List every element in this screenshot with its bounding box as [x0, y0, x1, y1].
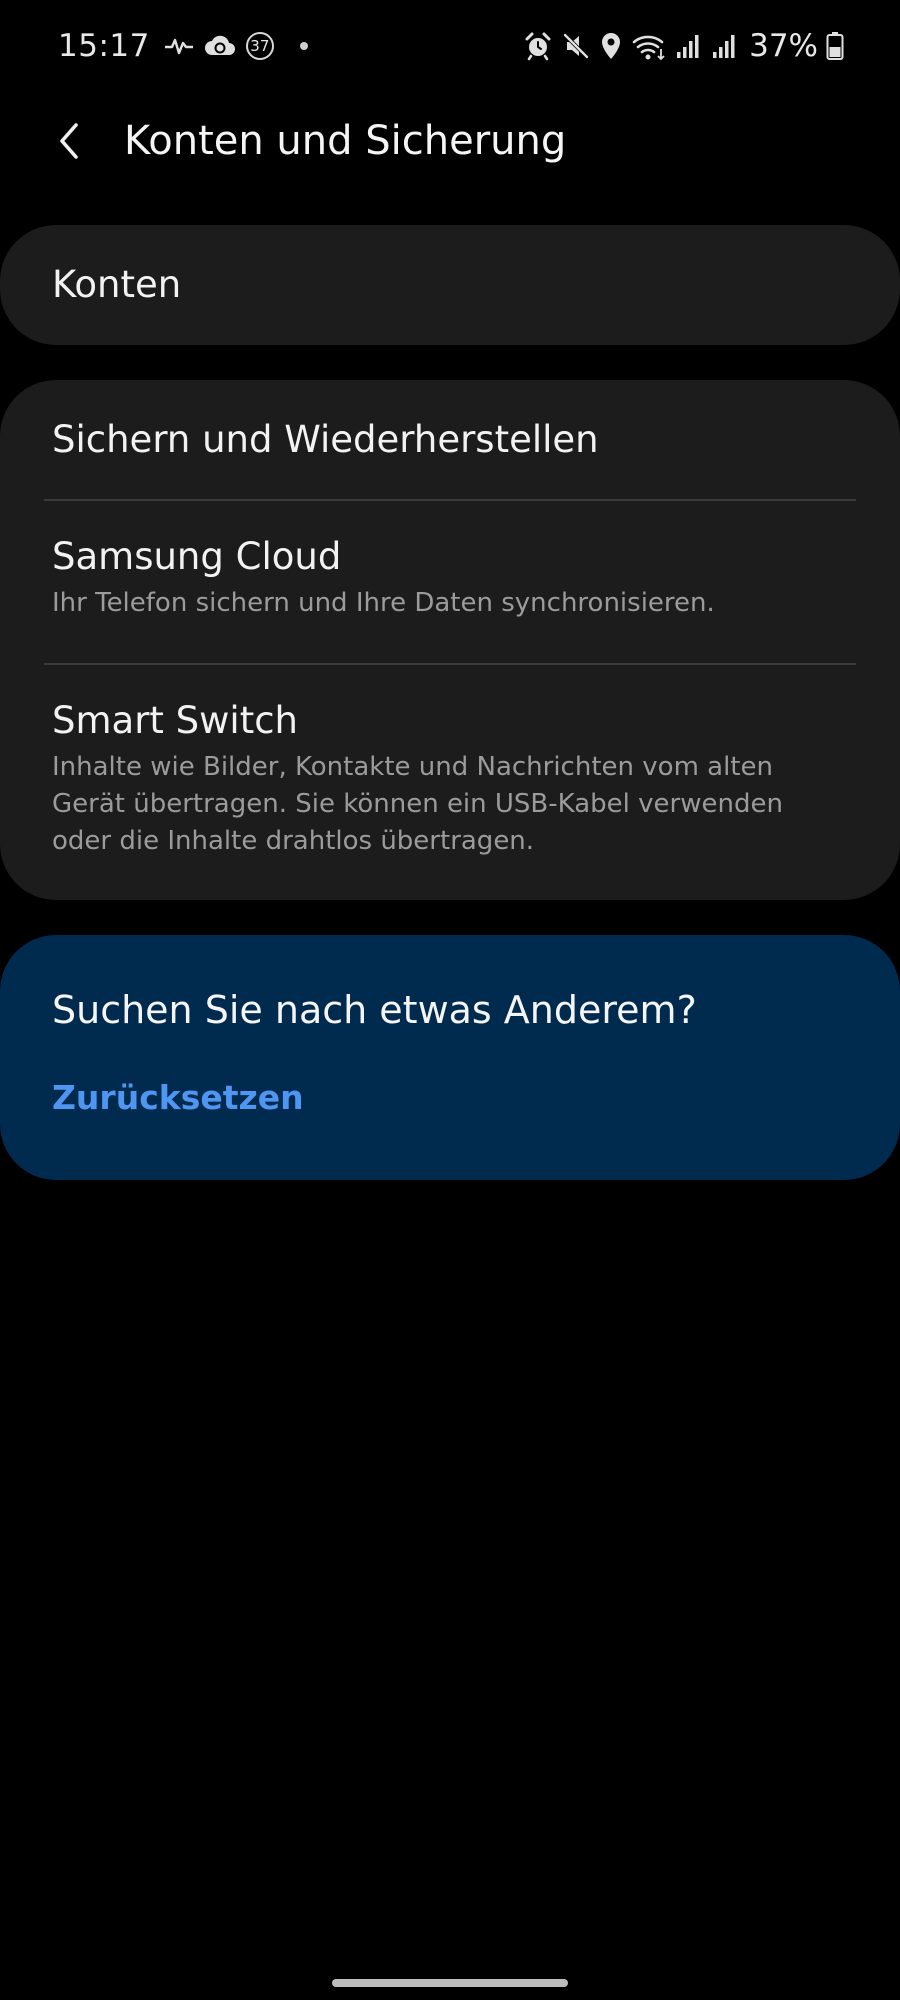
samsung-cloud-title: Samsung Cloud: [52, 535, 342, 578]
pulse-icon: [164, 38, 193, 55]
list-item-samsung-cloud[interactable]: Samsung Cloud Ihr Telefon sichern und Ih…: [0, 501, 900, 663]
status-time: 15:17: [58, 28, 150, 64]
status-right: 37%: [523, 26, 844, 66]
list-item-backup-restore[interactable]: Sichern und Wiederherstellen: [0, 380, 900, 500]
smart-switch-subtitle: Inhalte wie Bilder, Kontakte und Nachric…: [52, 752, 783, 856]
backup-restore-title: Sichern und Wiederherstellen: [52, 418, 599, 461]
signal-icon: [677, 35, 699, 58]
alarm-icon: [525, 32, 551, 61]
notification-badge-icon: 37: [245, 32, 274, 60]
suggestion-title: Suchen Sie nach etwas Anderem?: [52, 988, 697, 1032]
battery-icon: [826, 32, 844, 60]
dot-icon: [299, 42, 308, 50]
signal-icon-2: [713, 35, 735, 58]
mute-icon: [563, 33, 589, 59]
page-title: Konten und Sicherung: [124, 118, 567, 164]
notification-badge-count: 37: [250, 37, 270, 55]
smart-switch-title: Smart Switch: [52, 699, 299, 742]
reset-link[interactable]: Zurücksetzen: [52, 1075, 304, 1121]
back-button[interactable]: [40, 112, 98, 170]
app-bar: Konten und Sicherung: [0, 92, 900, 188]
wifi-icon: [632, 35, 665, 61]
status-bar: 15:17 37 37%: [0, 0, 900, 92]
list-item-smart-switch[interactable]: Smart Switch Inhalte wie Bilder, Kontakt…: [0, 665, 900, 900]
back-arrow-icon: [60, 123, 78, 159]
cloud-sync-icon: [204, 35, 235, 55]
suggestion-card: Suchen Sie nach etwas Anderem? Zurückset…: [0, 935, 900, 1180]
accounts-card[interactable]: Konten: [0, 225, 900, 345]
location-icon: [602, 33, 621, 59]
backup-card: Sichern und Wiederherstellen Samsung Clo…: [0, 380, 900, 900]
accounts-title: Konten: [52, 263, 182, 306]
status-left: 15:17 37: [58, 26, 308, 66]
samsung-cloud-subtitle: Ihr Telefon sichern und Ihre Daten synch…: [52, 588, 715, 618]
home-indicator[interactable]: [332, 1979, 568, 1987]
battery-percent: 37%: [749, 28, 818, 64]
